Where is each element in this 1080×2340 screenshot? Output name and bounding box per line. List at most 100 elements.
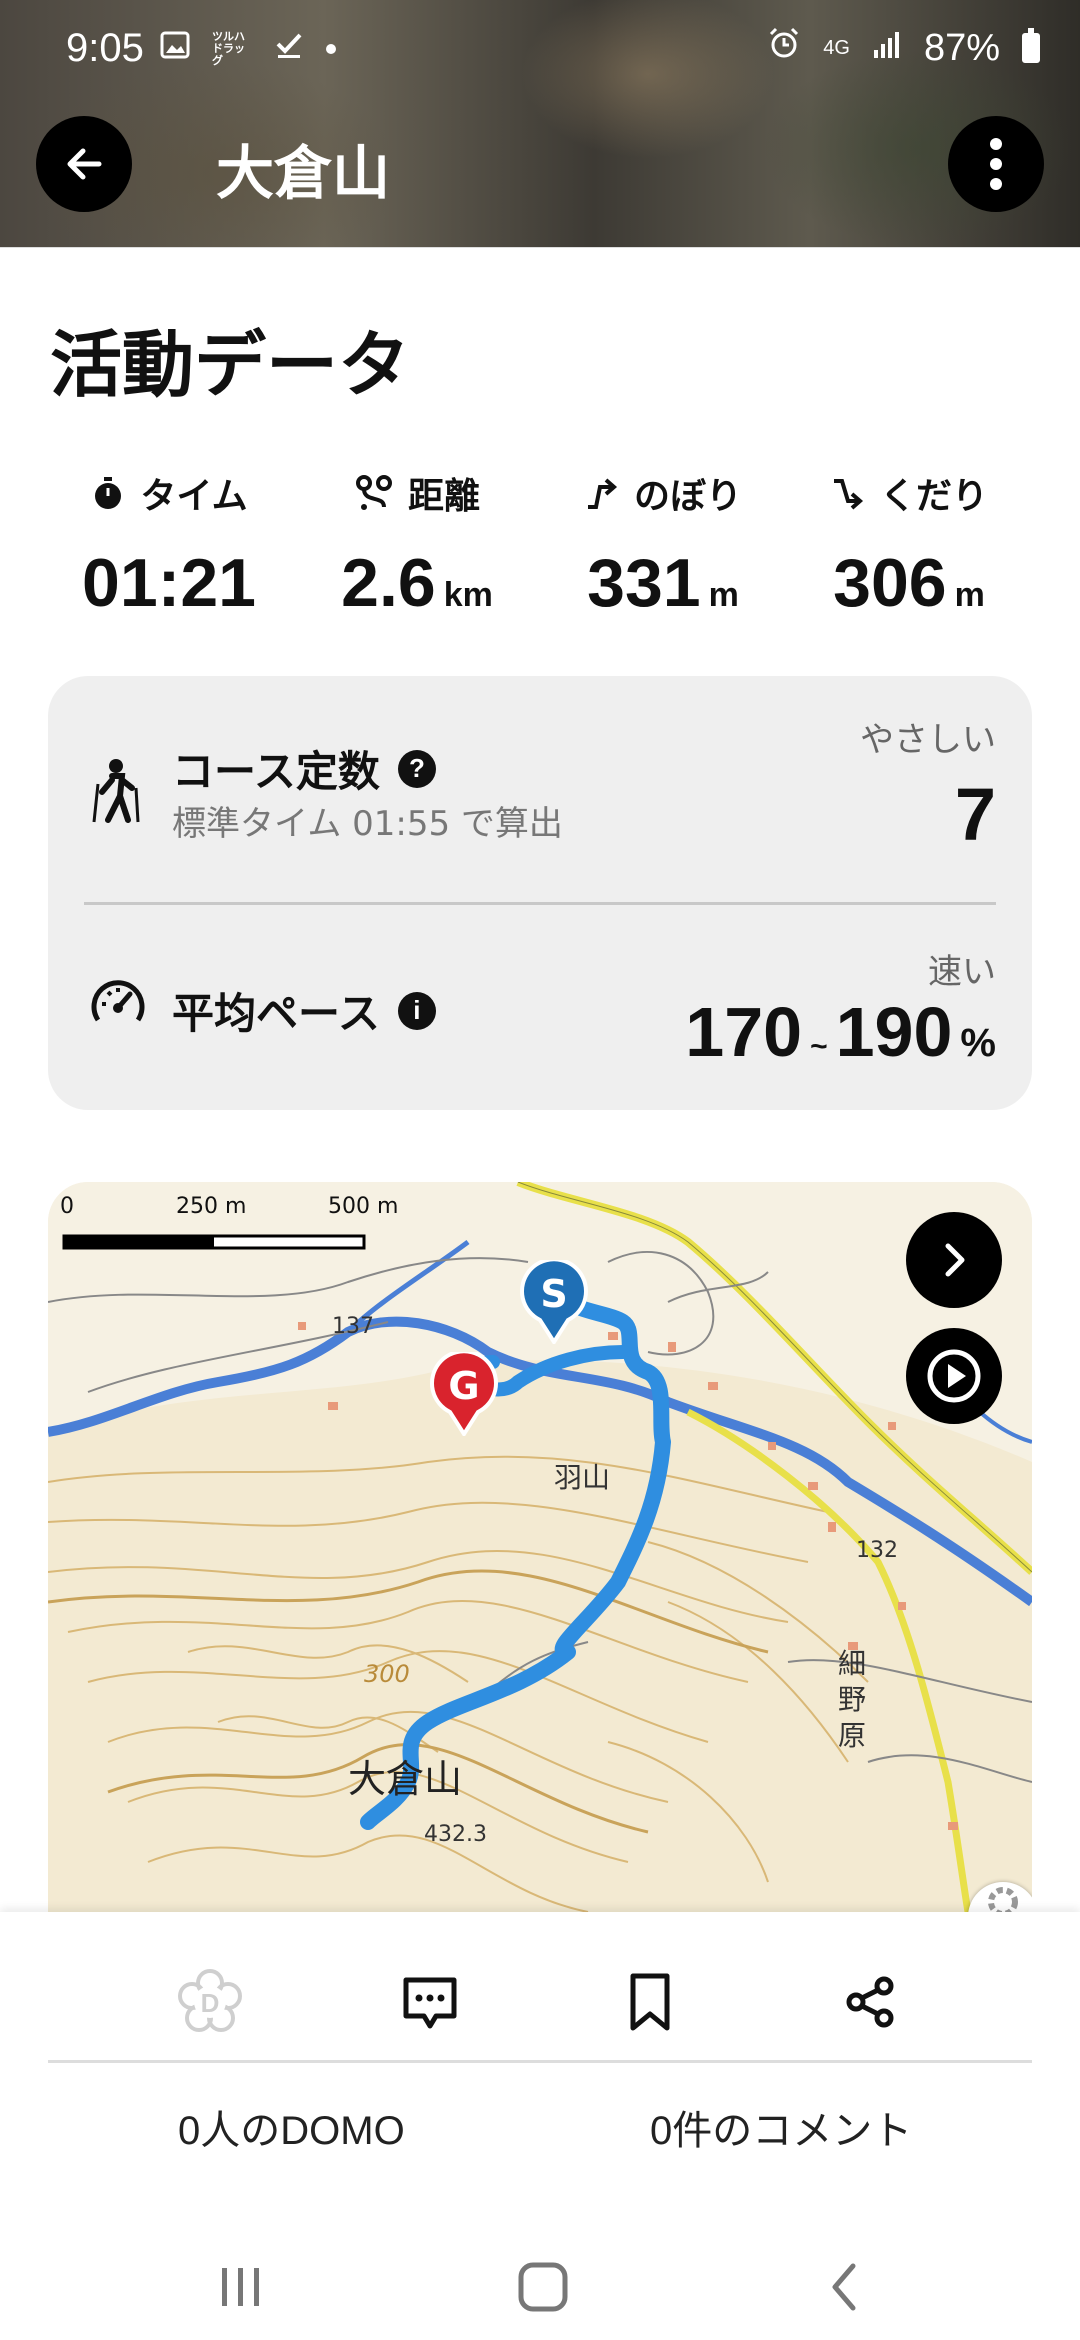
home-button[interactable]	[498, 2252, 588, 2322]
screen: 9:05 ツルハ ドラッグ 4G 87% 大倉山 活動データ タイム 01:21…	[0, 0, 1080, 2340]
goal-marker-label: G	[448, 1364, 480, 1408]
stat-time-value: 01:21	[82, 545, 256, 621]
stopwatch-icon	[95, 477, 122, 509]
signal-icon	[872, 27, 902, 70]
start-marker-label: S	[540, 1272, 568, 1316]
stat-ascent: のぼり 331 m	[540, 466, 786, 622]
scale-label-500: 500 m	[328, 1194, 399, 1219]
stat-time: タイム 01:21	[46, 466, 292, 622]
domo-count[interactable]: 0人のDOMO	[178, 2098, 405, 2156]
stat-time-label: タイム	[140, 476, 248, 517]
chevron-left-icon	[832, 2263, 856, 2311]
scale-label-250: 250 m	[176, 1194, 247, 1219]
stat-distance-label: 距離	[407, 476, 480, 517]
map-label-hayama: 羽山	[554, 1461, 611, 1494]
map-label-432: 432.3	[424, 1822, 487, 1847]
stat-distance-value: 2.6	[341, 545, 436, 621]
activity-stats: タイム 01:21 距離 2.6 km のぼり 331 m くだり 306 m	[0, 466, 1080, 636]
alarm-icon	[767, 26, 801, 70]
stat-ascent-value: 331	[587, 545, 701, 621]
status-small-text: ツルハ ドラッグ	[212, 30, 245, 67]
more-options-button[interactable]	[948, 116, 1044, 212]
course-constant-title: コース定数	[172, 747, 380, 796]
action-divider	[48, 2060, 1032, 2063]
domo-flower-icon: D	[178, 1969, 242, 2032]
map-label-hoso: 細	[838, 1647, 867, 1680]
map-label-hara: 原	[838, 1719, 867, 1752]
svg-text:D: D	[201, 1988, 220, 2018]
stat-descent-value: 306	[833, 545, 947, 621]
course-rating: やさしい	[860, 720, 996, 760]
battery-icon	[1022, 28, 1040, 63]
map-label-132: 132	[856, 1538, 898, 1563]
hiker-icon	[92, 759, 140, 823]
stat-ascent-unit: m	[708, 576, 739, 614]
status-notification-icons: ツルハ ドラッグ	[160, 30, 336, 68]
status-right-icons: 4G 87%	[767, 26, 1040, 70]
system-nav-bar	[0, 2232, 1080, 2340]
comment-button[interactable]	[390, 1962, 470, 2042]
scale-label-0: 0	[60, 1194, 74, 1219]
gallery-icon	[160, 30, 190, 68]
pace-range: 170 ~190%	[685, 992, 996, 1072]
page-title: 大倉山	[216, 139, 391, 207]
back-button[interactable]	[36, 116, 132, 212]
route-icon	[355, 475, 392, 510]
bottom-action-bar: D 0人のDOMO 0件のコメント	[0, 1912, 1080, 2340]
course-standard-time: 標準タイム 01:55 で算出	[172, 804, 563, 844]
pace-separator: ~	[810, 1030, 828, 1063]
network-type: 4G	[823, 36, 850, 59]
pace-high: 190	[835, 993, 953, 1071]
stat-distance: 距離 2.6 km	[294, 466, 540, 622]
stat-distance-unit: km	[443, 576, 493, 614]
bookmark-icon	[630, 1973, 670, 2031]
recent-apps-icon	[222, 2268, 259, 2306]
activity-data-title: 活動データ	[50, 323, 411, 407]
map-label-no: 野	[838, 1683, 867, 1716]
pace-unit: %	[960, 1021, 996, 1065]
check-icon	[274, 30, 304, 68]
map-label-137: 137	[332, 1314, 374, 1339]
system-back-button[interactable]	[800, 2252, 890, 2322]
stat-descent-unit: m	[954, 576, 985, 614]
comment-icon	[403, 1977, 457, 2029]
stat-descent-label: くだり	[879, 476, 988, 517]
share-icon	[846, 1976, 894, 2028]
header-banner: 9:05 ツルハ ドラッグ 4G 87% 大倉山	[0, 0, 1080, 248]
stat-descent: くだり 306 m	[786, 466, 1032, 622]
course-pace-card: コース定数 ? 標準タイム 01:55 で算出 やさしい 7 平均ペース i 速…	[48, 676, 1032, 1110]
home-icon	[518, 2262, 568, 2312]
gear-icon	[988, 1887, 1018, 1912]
average-pace-title: 平均ペース	[172, 989, 380, 1038]
pace-low: 170	[685, 993, 803, 1071]
card-divider	[84, 902, 996, 905]
route-map[interactable]: 0 250 m 500 m 137 羽山 132 細 野 原 300 大倉山 4…	[48, 1182, 1032, 1912]
map-label-300: 300	[364, 1660, 410, 1688]
share-button[interactable]	[830, 1962, 910, 2042]
map-scale-bar	[62, 1234, 366, 1250]
info-icon[interactable]: i	[397, 991, 436, 1030]
recent-apps-button[interactable]	[196, 2252, 286, 2322]
stat-ascent-label: のぼり	[633, 476, 742, 517]
domo-button[interactable]: D	[170, 1962, 250, 2042]
help-icon[interactable]: ?	[397, 749, 436, 788]
bookmark-button[interactable]	[610, 1962, 690, 2042]
course-constant-value: 7	[954, 773, 996, 856]
goal-marker[interactable]: G	[428, 1349, 500, 1438]
map-label-okurayama: 大倉山	[348, 1757, 463, 1801]
battery-percent: 87%	[923, 26, 1000, 69]
descent-icon	[833, 479, 864, 510]
status-bar: 9:05 ツルハ ドラッグ 4G 87%	[0, 0, 1080, 104]
comment-count[interactable]: 0件のコメント	[650, 2098, 912, 2156]
chevron-right-icon	[945, 1243, 965, 1277]
more-vertical-icon	[990, 138, 1002, 190]
play-icon	[927, 1349, 981, 1403]
ascent-icon	[587, 478, 618, 509]
dot-icon	[326, 44, 336, 54]
arrow-left-icon	[67, 148, 102, 180]
map-open-button[interactable]	[906, 1212, 1002, 1308]
pace-rating: 速い	[928, 952, 996, 992]
speedometer-icon	[91, 980, 145, 1022]
map-play-button[interactable]	[906, 1328, 1002, 1424]
start-marker[interactable]: S	[518, 1257, 590, 1346]
